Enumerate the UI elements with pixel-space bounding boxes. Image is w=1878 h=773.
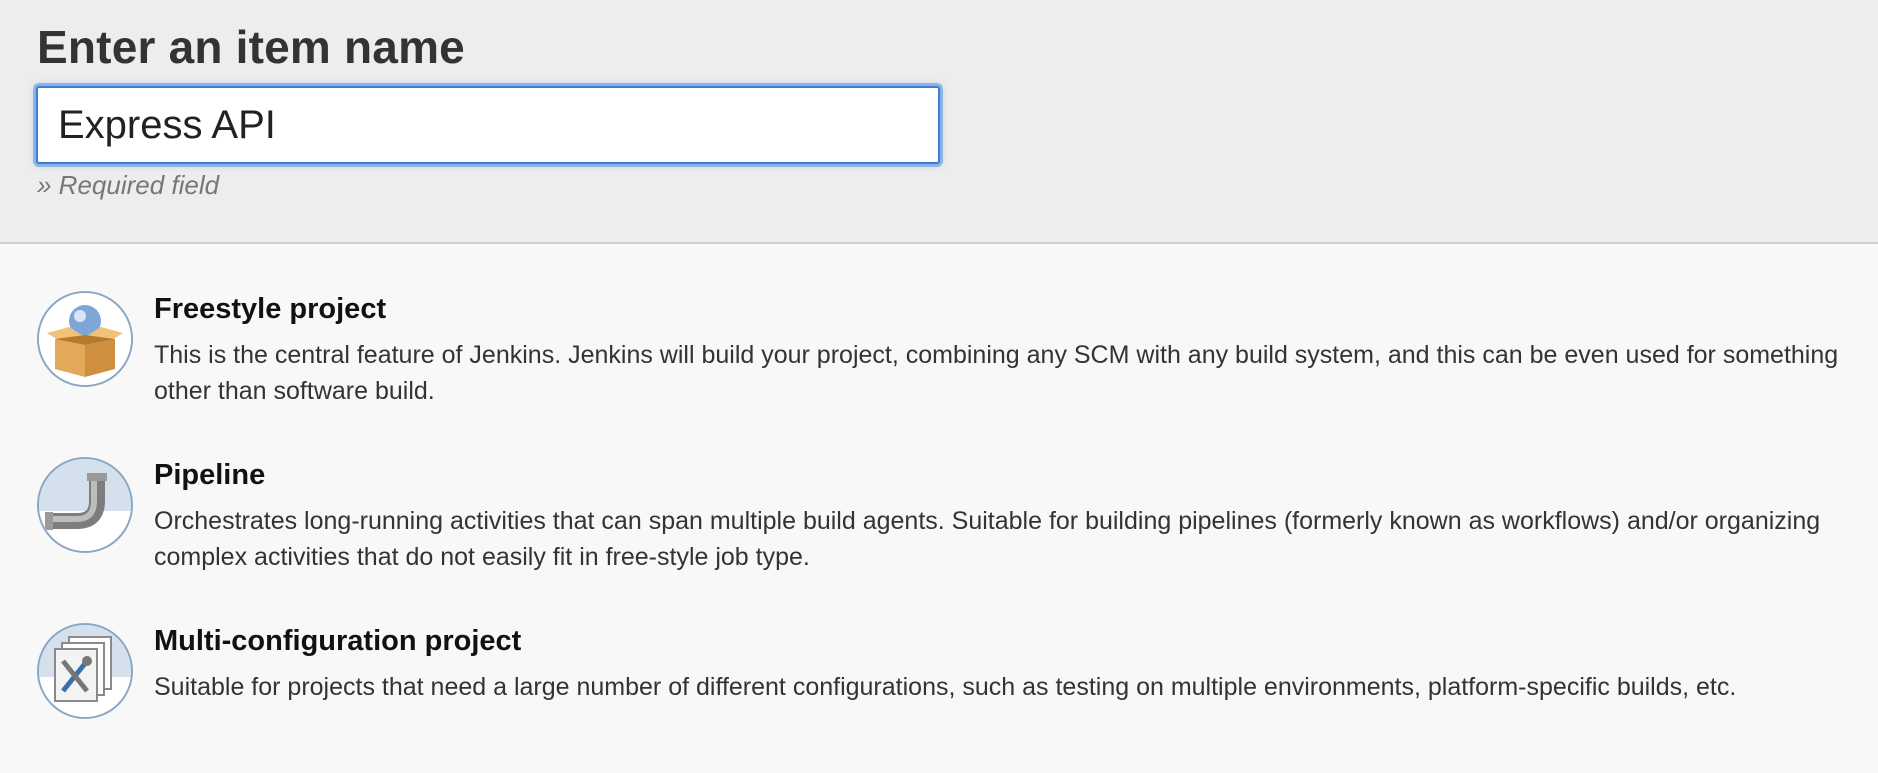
item-type-freestyle[interactable]: Freestyle project This is the central fe… xyxy=(0,291,1878,441)
item-type-title: Pipeline xyxy=(154,459,266,491)
item-name-section: Enter an item name » Required field xyxy=(0,0,1878,244)
freestyle-box-icon xyxy=(37,291,133,387)
item-type-title: Freestyle project xyxy=(154,293,387,325)
item-type-title: Multi-configuration project xyxy=(154,625,522,657)
multi-config-icon xyxy=(37,623,133,719)
item-name-input[interactable] xyxy=(36,86,940,164)
item-type-description: This is the central feature of Jenkins. … xyxy=(154,341,1839,405)
page-title: Enter an item name xyxy=(37,21,465,73)
item-type-description: Suitable for projects that need a large … xyxy=(154,673,1737,701)
required-field-hint: » Required field xyxy=(37,170,220,200)
pipeline-pipe-icon xyxy=(37,457,133,553)
item-type-multi-configuration[interactable]: Multi-configuration project Suitable for… xyxy=(0,623,1878,773)
item-type-pipeline[interactable]: Pipeline Orchestrates long-running activ… xyxy=(0,457,1878,607)
item-type-description: Orchestrates long-running activities tha… xyxy=(154,507,1821,571)
